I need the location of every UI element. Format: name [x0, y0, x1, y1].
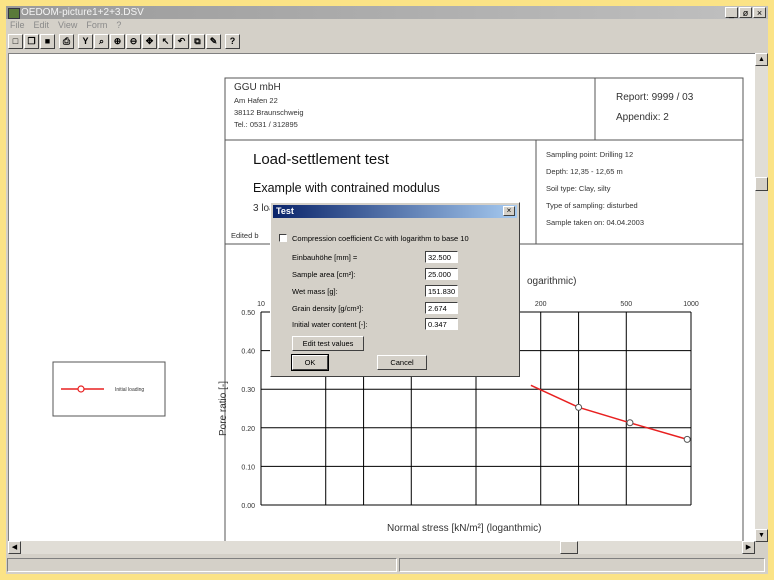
save-icon[interactable]: ■	[40, 34, 55, 49]
x-tick-label: 500	[620, 301, 632, 308]
y-tick-label: 0.50	[241, 310, 255, 317]
sample-area-label: Sample area [cm²]:	[292, 270, 356, 279]
test-dialog: Test × Compression coefficient Cc with l…	[270, 202, 520, 377]
x-tick-label: 10	[257, 301, 265, 308]
einbauhoehe-label: Einbauhöhe [mm] =	[292, 253, 358, 262]
x-tick-label: 200	[535, 301, 547, 308]
status-cell-main	[7, 558, 397, 572]
app-icon	[8, 8, 20, 19]
einbauhoehe-field[interactable]	[425, 251, 458, 263]
x-axis-title: Normal stress [kN/m²] (loganthmic)	[387, 523, 542, 534]
company-name: GGU mbH	[234, 82, 281, 93]
page-title: Load-settlement test	[253, 151, 389, 168]
scroll-down-button[interactable]: ▼	[755, 529, 768, 542]
pointer-icon[interactable]: ↖	[158, 34, 173, 49]
horizontal-scroll-thumb[interactable]	[560, 541, 578, 554]
cc-log10-checkbox[interactable]	[279, 234, 287, 242]
data-point	[575, 403, 583, 411]
toolbar: □ ❐ ■ ⎙ Y ⌕ ⊕ ⊖ ✥ ↖ ↶ ⧉ ✎?	[8, 34, 240, 51]
y-tick-label: 0.00	[241, 503, 255, 510]
edited-by: Edited b	[231, 231, 259, 240]
window-title: OEDOM-picture1+2+3.DSV	[21, 7, 144, 18]
legend-marker	[77, 385, 85, 393]
vertical-scroll-thumb[interactable]	[755, 177, 768, 191]
sampling-type: Type of sampling: disturbed	[546, 201, 638, 210]
grain-density-label: Grain density [g/cm³]:	[292, 304, 364, 313]
dialog-close-button[interactable]: ×	[503, 206, 515, 216]
company-phone: Tel.: 0531 / 312895	[234, 120, 298, 129]
title-bar: OEDOM-picture1+2+3.DSV _ ø ×	[6, 6, 768, 19]
page-subtitle: Example with contrained modulus	[253, 181, 440, 195]
cancel-button[interactable]: Cancel	[377, 355, 427, 370]
scroll-right-button[interactable]: ▶	[742, 541, 755, 554]
y-tick-label: 0.20	[241, 426, 255, 433]
status-bar	[6, 556, 768, 574]
soil-type: Soil type: Clay, silty	[546, 184, 611, 193]
series-line	[530, 384, 688, 441]
help-icon[interactable]: ?	[225, 34, 240, 49]
minimize-button[interactable]: _	[725, 7, 738, 18]
wet-mass-label: Wet mass [g]:	[292, 287, 338, 296]
dialog-title: Test	[276, 206, 294, 216]
legend-label: Initial loading	[115, 387, 144, 393]
y-tick-label: 0.30	[241, 387, 255, 394]
y-axis-title: Pore ratio [-]	[218, 381, 229, 436]
copy-icon[interactable]: ⧉	[190, 34, 205, 49]
zoom-in-icon[interactable]: ⊕	[110, 34, 125, 49]
wet-mass-field[interactable]	[425, 285, 458, 297]
grain-density-field[interactable]	[425, 302, 458, 314]
data-point	[683, 435, 691, 443]
cc-log10-label: Compression coefficient Cc with logarith…	[292, 234, 469, 243]
horizontal-scrollbar[interactable]: ◀ ▶	[8, 541, 755, 554]
x-tick-label: 1000	[683, 301, 699, 308]
app-window: OEDOM-picture1+2+3.DSV _ ø × File Edit V…	[6, 6, 768, 574]
zoom-icon[interactable]: ⌕	[94, 34, 109, 49]
scroll-left-button[interactable]: ◀	[8, 541, 21, 554]
report-number: Report: 9999 / 03	[616, 92, 694, 103]
menu-file[interactable]: File	[10, 19, 25, 32]
x-axis-top-title: ogarithmic)	[527, 276, 577, 287]
vertical-scrollbar[interactable]: ▲ ▼	[755, 53, 768, 542]
water-content-field[interactable]	[425, 318, 458, 330]
menu-bar: File Edit View Form ?	[6, 19, 768, 32]
filter-icon[interactable]: Y	[78, 34, 93, 49]
menu-help[interactable]: ?	[116, 19, 121, 32]
scroll-up-button[interactable]: ▲	[755, 53, 768, 66]
appendix-number: Appendix: 2	[616, 112, 669, 123]
zoom-out-icon[interactable]: ⊖	[126, 34, 141, 49]
sample-depth: Depth: 12,35 - 12,65 m	[546, 167, 623, 176]
restore-button[interactable]: ø	[739, 7, 752, 18]
ok-button[interactable]: OK	[291, 354, 329, 371]
y-tick-label: 0.10	[241, 464, 255, 471]
sample-date: Sample taken on: 04.04.2003	[546, 218, 644, 227]
sampling-point: Sampling point: Drilling 12	[546, 150, 634, 159]
edit-test-values-button[interactable]: Edit test values	[292, 336, 364, 351]
menu-form[interactable]: Form	[86, 19, 107, 32]
edit-icon[interactable]: ✎	[206, 34, 221, 49]
new-icon[interactable]: □	[8, 34, 23, 49]
menu-edit[interactable]: Edit	[34, 19, 50, 32]
menu-view[interactable]: View	[58, 19, 77, 32]
status-cell-info	[399, 558, 765, 572]
data-point	[626, 419, 634, 427]
sample-area-field[interactable]	[425, 268, 458, 280]
close-button[interactable]: ×	[753, 7, 766, 18]
move-icon[interactable]: ✥	[142, 34, 157, 49]
company-street: Am Hafen 22	[234, 96, 278, 105]
undo-icon[interactable]: ↶	[174, 34, 189, 49]
open-icon[interactable]: ❐	[24, 34, 39, 49]
water-content-label: Initial water content [-]:	[292, 320, 368, 329]
dialog-title-bar: Test ×	[273, 205, 517, 218]
print-icon[interactable]: ⎙	[59, 34, 74, 49]
company-city: 38112 Braunschweig	[234, 108, 304, 117]
y-tick-label: 0.40	[241, 349, 255, 356]
